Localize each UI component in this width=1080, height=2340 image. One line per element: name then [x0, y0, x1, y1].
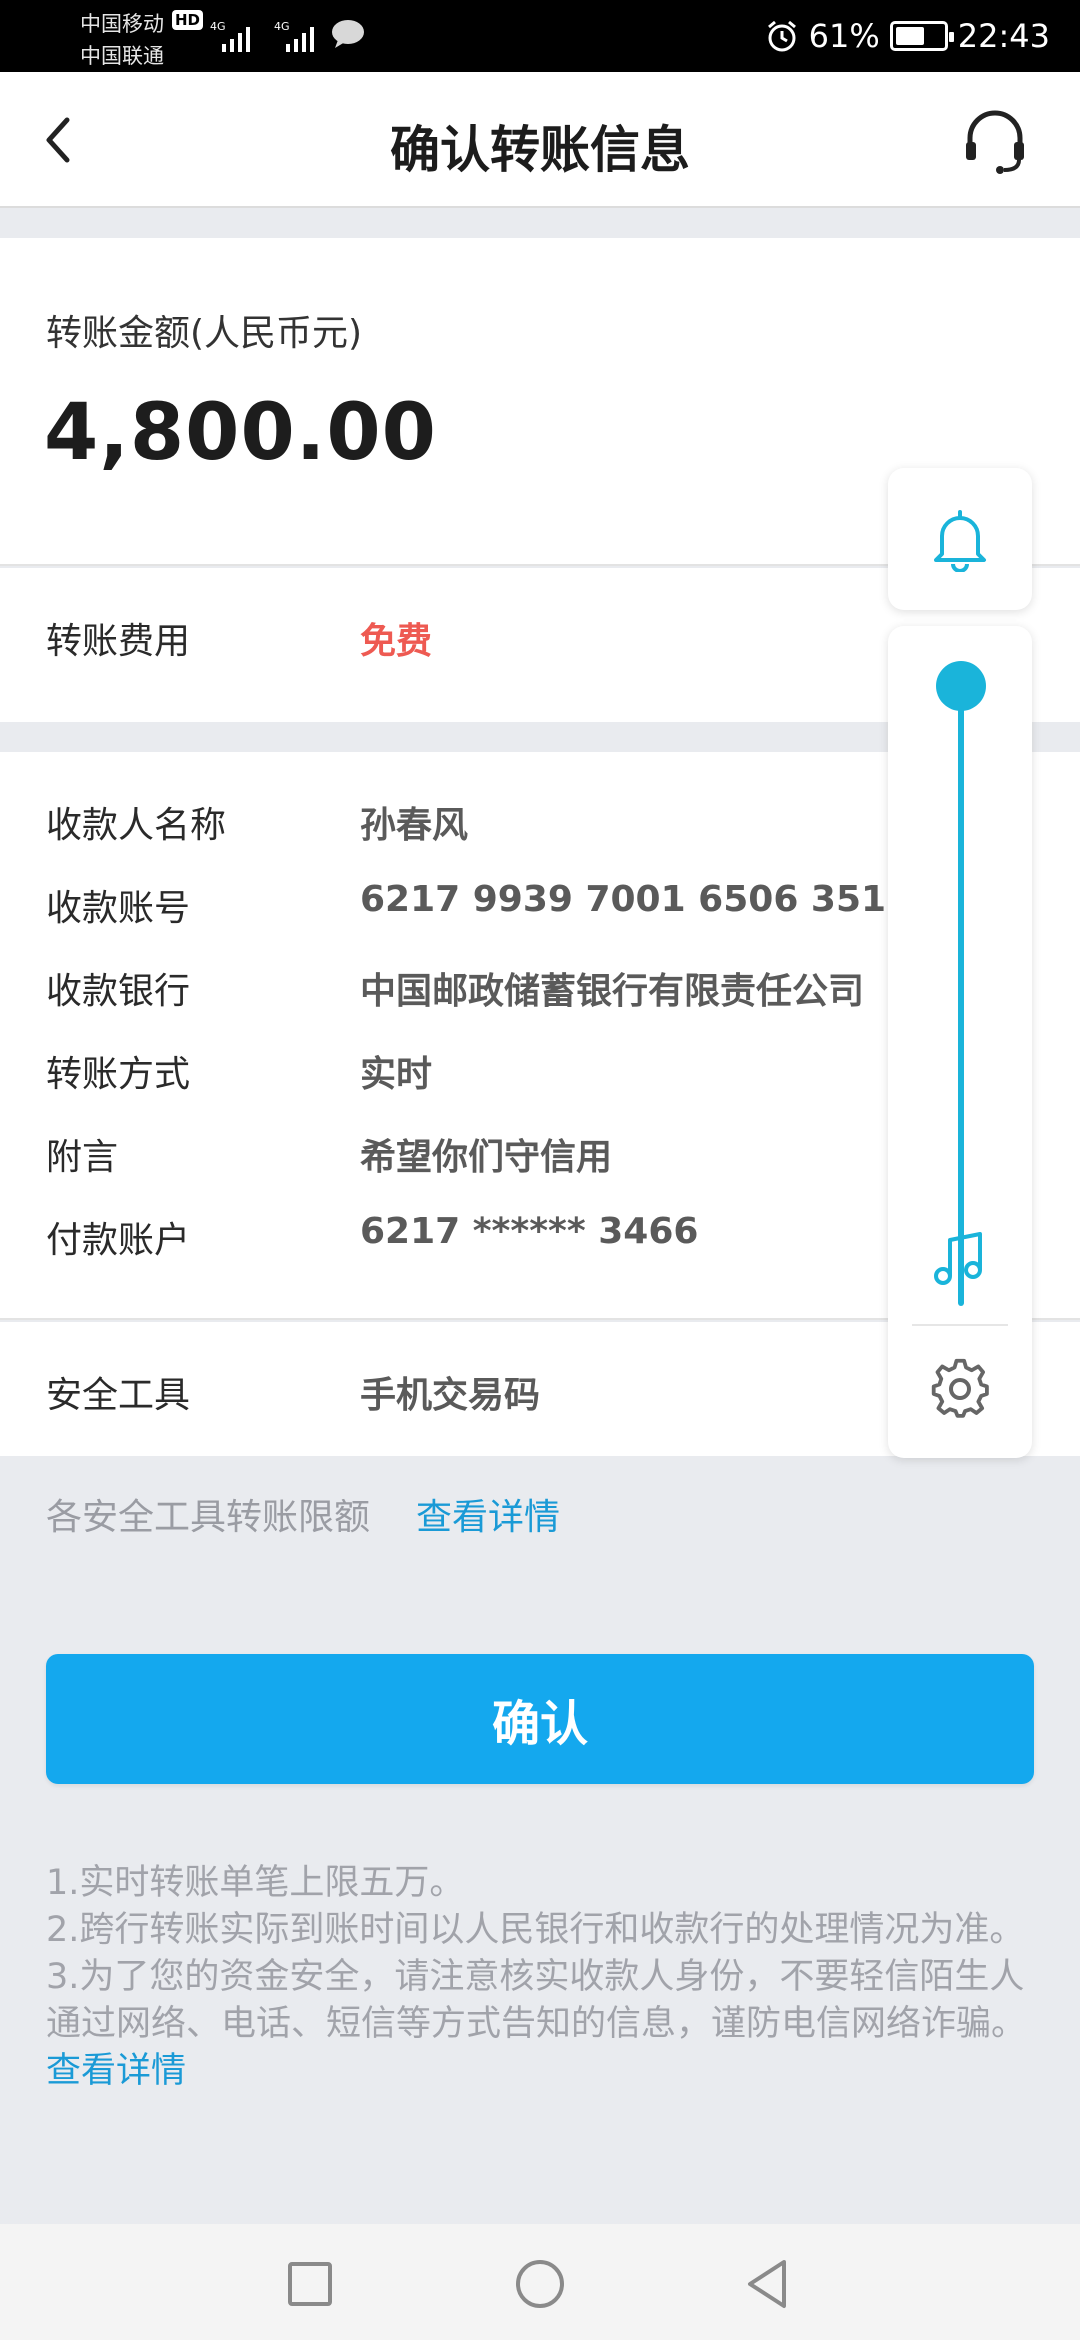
detail-value-payee-name: 孙春风 [360, 805, 469, 846]
note-line-2: 2.跨行转账实际到账时间以人民银行和收款行的处理情况为准。 [46, 1910, 1025, 1950]
detail-label-transfer-mode: 转账方式 [46, 1054, 191, 1095]
volume-slider-handle[interactable] [936, 661, 986, 711]
signal-icon: 4G [210, 20, 250, 52]
signal-icon: 4G [274, 20, 314, 52]
confirm-button[interactable]: 确认 [46, 1654, 1034, 1784]
top-app-bar: 确认转账信息 [0, 72, 1080, 208]
page-title: 确认转账信息 [390, 121, 690, 179]
detail-label-payer-account: 付款账户 [46, 1220, 191, 1261]
gear-icon[interactable] [928, 1356, 992, 1420]
detail-value-remark: 希望你们守信用 [360, 1137, 613, 1178]
notes: 1.实时转账单笔上限五万。 2.跨行转账实际到账时间以人民银行和收款行的处理情况… [46, 1860, 1036, 2095]
widget-divider [912, 1324, 1008, 1326]
battery-level-fill [895, 27, 924, 45]
network-type-label: 4G [210, 20, 226, 33]
floating-volume-panel [888, 626, 1032, 1458]
detail-value-transfer-mode: 实时 [360, 1054, 433, 1095]
detail-label-remark: 附言 [46, 1137, 119, 1178]
note-line-1: 1.实时转账单笔上限五万。 [46, 1863, 465, 1903]
detail-value-payee-bank: 中国邮政储蓄银行有限责任公司 [360, 971, 865, 1012]
alarm-icon [767, 20, 796, 52]
bell-icon [934, 510, 986, 572]
status-bar: 中国移动 中国联通 HD 4G 4G 61% 22:43 [0, 0, 1080, 72]
security-tool-value: 手机交易码 [360, 1375, 541, 1416]
battery-percent: 61% [808, 17, 880, 55]
clock: 22:43 [957, 17, 1050, 55]
triangle-back-icon[interactable] [738, 2254, 798, 2314]
carrier-label-1: 中国移动 [80, 12, 164, 36]
detail-label-payee-account: 收款账号 [46, 888, 191, 929]
amount-label: 转账金额(人民币元) [46, 313, 363, 354]
chat-bubble-icon [332, 20, 364, 48]
detail-label-payee-name: 收款人名称 [46, 805, 227, 846]
fee-value: 免费 [360, 621, 433, 662]
floating-bell-card[interactable] [888, 468, 1032, 610]
note-line-3: 3.为了您的资金安全，请注意核实收款人身份，不要轻信陌生人通过网络、电话、短信等… [46, 1954, 1036, 2095]
hd-badge: HD [172, 10, 204, 30]
carrier-label-2: 中国联通 [80, 44, 164, 68]
fee-label: 转账费用 [46, 621, 191, 662]
circle-icon[interactable] [510, 2254, 570, 2314]
security-tool-label: 安全工具 [46, 1375, 191, 1416]
headset-icon[interactable] [960, 106, 1030, 176]
limit-details-link[interactable]: 查看详情 [416, 1488, 560, 1540]
square-icon[interactable] [280, 2254, 340, 2314]
battery-icon [889, 21, 954, 51]
volume-slider-track[interactable] [958, 676, 964, 1306]
detail-value-payer-account: 6217 ****** 3466 [360, 1211, 699, 1252]
notes-details-link[interactable]: 查看详情 [46, 2051, 186, 2091]
music-note-icon[interactable] [928, 1226, 992, 1290]
limit-text: 各安全工具转账限额 [46, 1497, 371, 1538]
amount-value: 4,800.00 [44, 388, 437, 478]
detail-label-payee-bank: 收款银行 [46, 971, 191, 1012]
network-type-label: 4G [274, 20, 290, 33]
detail-value-payee-account: 6217 9939 7001 6506 351 [360, 879, 887, 920]
note-line-3-text: 3.为了您的资金安全，请注意核实收款人身份，不要轻信陌生人通过网络、电话、短信等… [46, 1957, 1027, 2044]
system-nav-bar [0, 2224, 1080, 2340]
status-right-group: 61% 22:43 [765, 14, 1050, 58]
